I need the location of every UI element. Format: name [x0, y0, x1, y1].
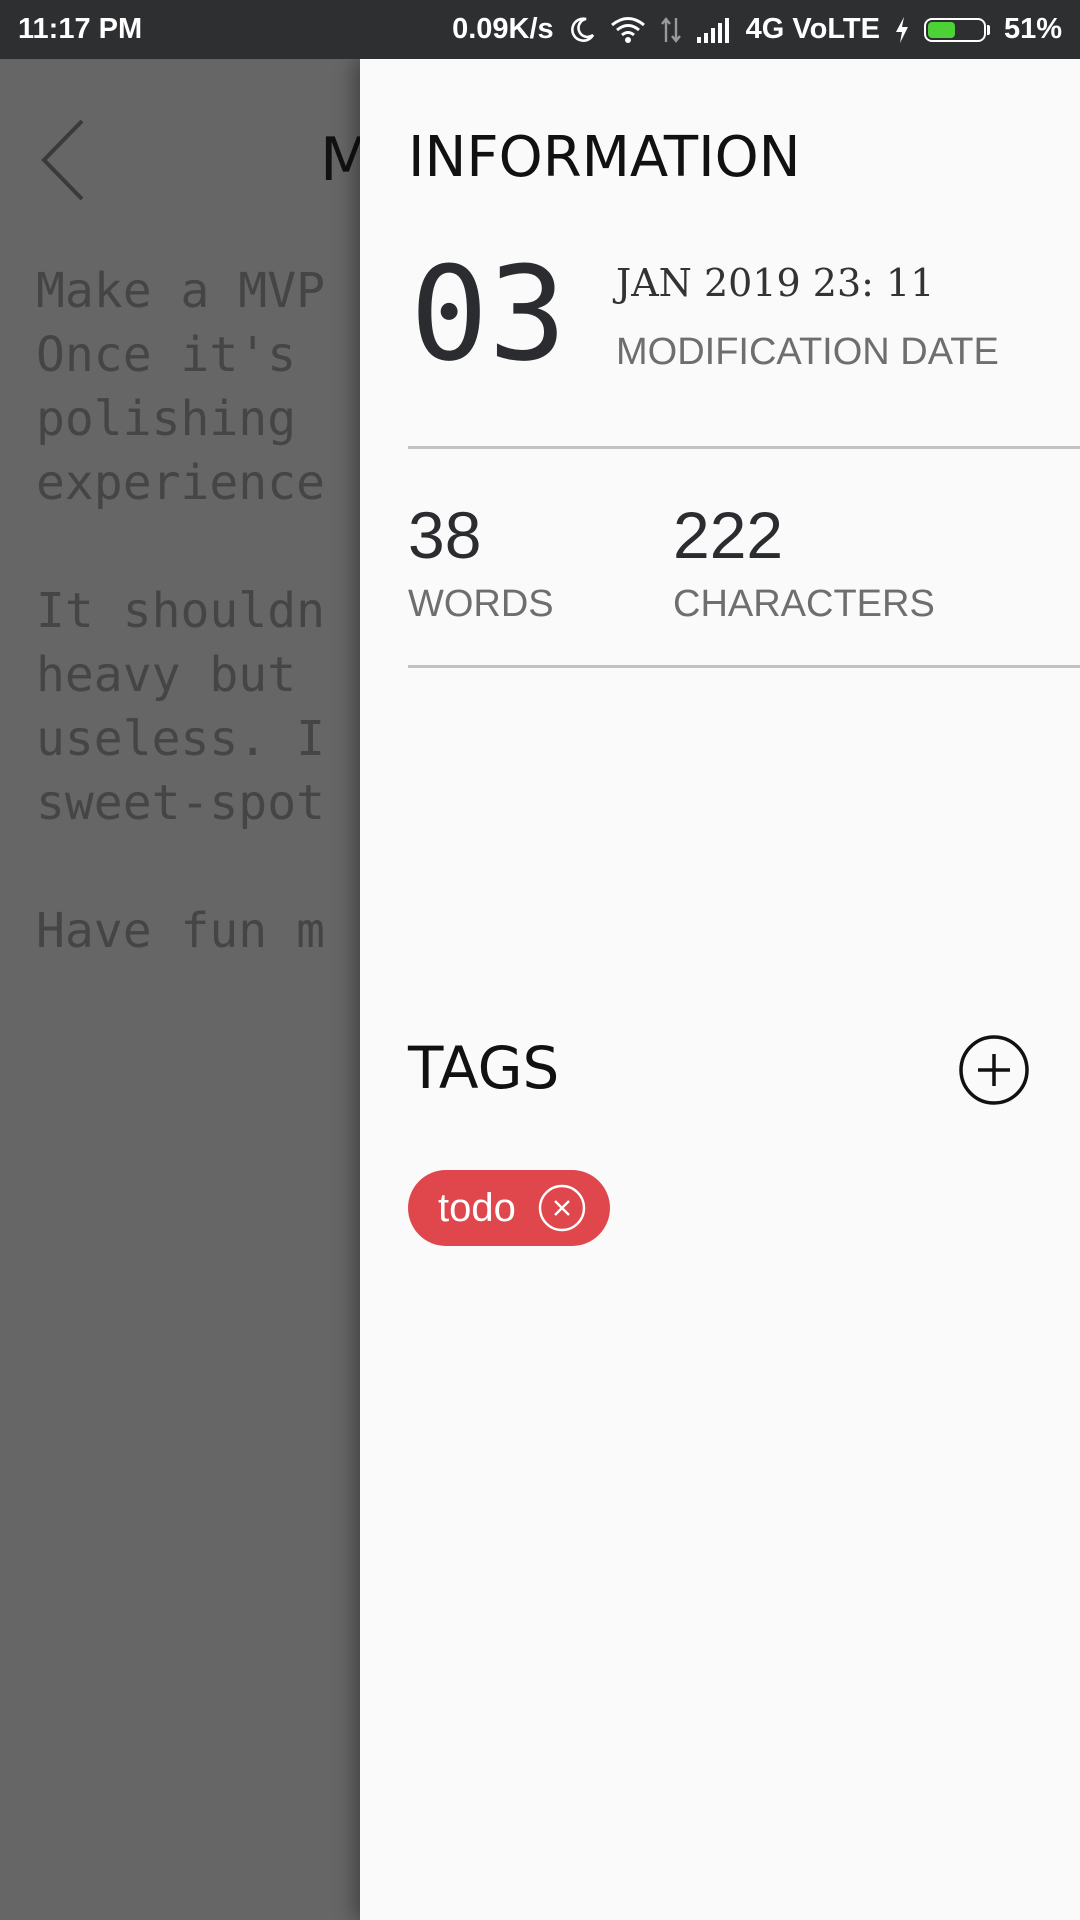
battery-percent: 51% [1003, 13, 1062, 45]
screen: 11:17 PM 0.09K/s 4G VoLTE 51% M Make a M… [0, 0, 1080, 1920]
charging-bolt-icon [894, 16, 910, 44]
add-tag-button[interactable] [958, 1034, 1030, 1106]
plus-circle-icon [959, 1035, 1029, 1105]
wifi-icon [610, 16, 646, 44]
words-label: WORDS [408, 583, 554, 625]
moon-icon [568, 16, 596, 44]
note-body[interactable]: Make a MVP Once it's polishing experienc… [36, 259, 325, 963]
characters-count: 222 [673, 498, 784, 572]
divider [408, 665, 1080, 668]
tag-label: todo [438, 1185, 516, 1230]
close-circle-icon[interactable] [538, 1184, 586, 1232]
characters-label: CHARACTERS [673, 583, 935, 625]
network-type: 4G VoLTE [745, 13, 880, 45]
signal-icon [696, 17, 732, 43]
modification-date-label: MODIFICATION DATE [616, 331, 999, 373]
tags-title: TAGS [408, 1034, 560, 1102]
status-icons: 0.09K/s 4G VoLTE 51% [452, 13, 1062, 46]
divider [408, 446, 1080, 449]
words-count: 38 [408, 498, 482, 572]
tag-chip[interactable]: todo [408, 1170, 610, 1246]
status-time: 11:17 PM [18, 13, 143, 45]
information-drawer: INFORMATION 03 JAN 2019 23: 11 MODIFICAT… [360, 59, 1080, 1920]
data-transfer-icon [660, 16, 682, 44]
modification-day: 03 [410, 238, 567, 390]
modification-date: JAN 2019 23: 11 [616, 261, 935, 305]
drawer-title: INFORMATION [408, 125, 801, 190]
status-bar: 11:17 PM 0.09K/s 4G VoLTE 51% [0, 0, 1080, 59]
battery-icon [923, 17, 990, 42]
network-speed: 0.09K/s [452, 13, 554, 45]
back-arrow-icon[interactable] [36, 115, 92, 205]
